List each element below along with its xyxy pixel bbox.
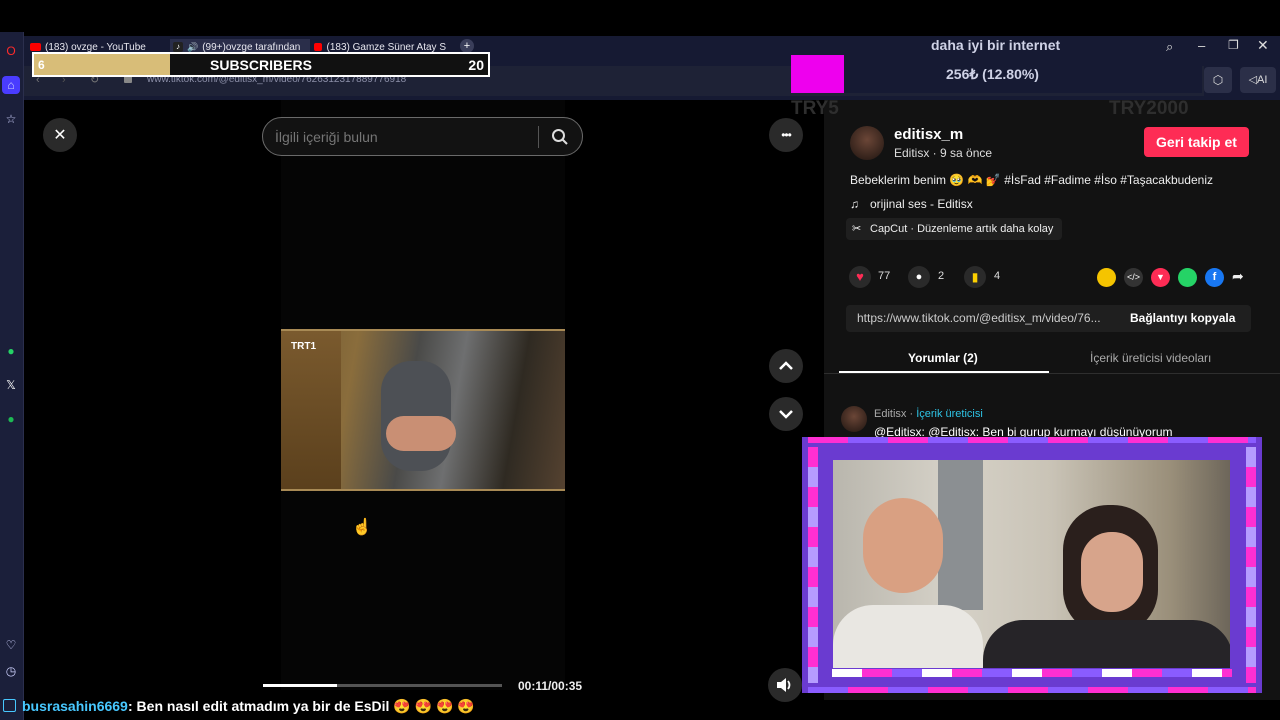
donation-max: TRY2000 xyxy=(1109,98,1189,119)
spotify-icon[interactable]: ● xyxy=(2,410,20,428)
search-input[interactable] xyxy=(275,127,525,147)
heart-icon[interactable]: ♡ xyxy=(2,636,20,654)
cube-icon[interactable]: ⬡ xyxy=(1204,67,1232,93)
donation-amount: 256₺ (12.80%) xyxy=(946,66,1039,82)
next-video-button[interactable] xyxy=(769,397,803,431)
webcam-video xyxy=(833,460,1230,668)
donation-min: TRY5 xyxy=(791,98,839,119)
like-count: 77 xyxy=(878,270,891,282)
chevron-up-icon xyxy=(779,361,793,370)
subscriber-goal-fill xyxy=(34,54,171,75)
more-icon: ••• xyxy=(781,128,792,142)
x-icon[interactable]: 𝕏 xyxy=(2,376,20,394)
send-icon[interactable]: ▼ xyxy=(1151,268,1170,287)
donation-fill xyxy=(791,55,844,93)
donation-title: daha iyi bir internet xyxy=(931,37,1061,53)
speaker-icon: 🔊 xyxy=(187,41,199,52)
video-link[interactable]: https://www.tiktok.com/@editisx_m/video/… xyxy=(857,311,1101,325)
donation-bar: 256₺ (12.80%) xyxy=(791,55,1202,93)
chat-message: busrasahin6669 : Ben nasıl edit atmadım … xyxy=(0,696,800,718)
comment-avatar[interactable] xyxy=(841,406,867,432)
search-icon[interactable] xyxy=(551,128,569,146)
link-box: https://www.tiktok.com/@editisx_m/video/… xyxy=(846,305,1251,332)
search-box[interactable] xyxy=(262,117,583,156)
chat-badge-icon xyxy=(3,699,16,712)
video-progress-fill xyxy=(263,684,338,687)
capcut-icon: ✂ xyxy=(852,223,862,235)
tab-creator-videos[interactable]: İçerik üreticisi videoları xyxy=(1090,351,1211,365)
subscriber-label: SUBSCRIBERS xyxy=(210,57,312,73)
capcut-chip[interactable]: ✂ CapCut · Düzenleme artık daha kolay xyxy=(846,218,1062,240)
cursor-icon: ☝ xyxy=(352,519,372,536)
maximize-icon[interactable]: ❐ xyxy=(1228,38,1239,52)
facebook-icon[interactable]: f xyxy=(1205,268,1224,287)
save-count: 4 xyxy=(994,270,1001,282)
close-window-icon[interactable]: ✕ xyxy=(1257,37,1269,54)
chat-username: busrasahin6669 xyxy=(22,698,128,714)
minimize-icon[interactable]: – xyxy=(1198,38,1205,53)
tab-divider xyxy=(824,373,1280,374)
subscriber-goal-bar: 6 SUBSCRIBERS 20 xyxy=(32,52,490,77)
repost-icon[interactable] xyxy=(1097,268,1116,287)
star-icon[interactable]: ☆ xyxy=(2,110,20,128)
comment-author[interactable]: Editisx · İçerik üreticisi xyxy=(874,408,983,420)
ai-button[interactable]: ◁AI xyxy=(1240,67,1276,93)
sound-link[interactable]: orijinal ses - Editisx xyxy=(870,197,973,211)
channel-logo: TRT1 xyxy=(291,341,316,352)
close-button[interactable]: ✕ xyxy=(43,118,77,152)
previous-video-button[interactable] xyxy=(769,349,803,383)
comment-count: 2 xyxy=(938,270,945,282)
youtube-icon xyxy=(314,43,323,51)
bookmark-icon[interactable]: ▮ xyxy=(964,266,986,288)
search-icon[interactable]: ⌕ xyxy=(1166,39,1173,55)
browser-sidebar: O ⌂ ☆ ● 𝕏 ● ♡ ◷ xyxy=(0,32,24,720)
video-caption: Bebeklerim benim 🥹 🫶 💅 #İsFad #Fadime #İ… xyxy=(850,173,1213,187)
youtube-icon xyxy=(30,43,41,51)
tiktok-icon: ♪ xyxy=(173,42,183,52)
video-time: 00:11/00:35 xyxy=(518,679,583,693)
chevron-down-icon xyxy=(779,410,793,419)
close-icon: ✕ xyxy=(53,127,67,144)
whatsapp-share-icon[interactable] xyxy=(1178,268,1197,287)
creator-badge: İçerik üreticisi xyxy=(916,408,983,420)
comment-icon[interactable]: ● xyxy=(908,266,930,288)
follow-back-button[interactable]: Geri takip et xyxy=(1144,127,1249,157)
copy-link-button[interactable]: Bağlantıyı kopyala xyxy=(1130,311,1235,325)
subscriber-current: 6 xyxy=(38,58,45,72)
opera-icon[interactable]: O xyxy=(2,42,20,60)
author-meta: Editisx · 9 sa önce xyxy=(894,146,993,160)
new-tab-button[interactable]: + xyxy=(460,39,474,53)
video-frame[interactable]: TRT1 xyxy=(281,329,565,491)
like-icon[interactable]: ♥ xyxy=(849,266,871,288)
tab-comments[interactable]: Yorumlar (2) xyxy=(908,351,978,365)
chat-emojis: 😍 😍 😍 😍 xyxy=(393,698,475,714)
embed-icon[interactable]: </> xyxy=(1124,268,1143,287)
avatar[interactable] xyxy=(850,126,884,160)
video-progress-track[interactable] xyxy=(263,684,502,687)
whatsapp-icon[interactable]: ● xyxy=(2,342,20,360)
home-icon[interactable]: ⌂ xyxy=(2,76,20,94)
volume-icon xyxy=(777,678,791,692)
search-divider xyxy=(538,126,539,148)
author-username[interactable]: editisx_m xyxy=(894,126,963,143)
share-icon[interactable]: ➦ xyxy=(1232,268,1244,285)
music-note-icon: ♫ xyxy=(850,197,859,211)
clock-icon[interactable]: ◷ xyxy=(2,662,20,680)
subscriber-goal: 20 xyxy=(468,57,484,73)
chat-text: : Ben nasıl edit atmadım ya bir de EsDil… xyxy=(128,698,475,714)
capcut-label: CapCut · Düzenleme artık daha kolay xyxy=(870,223,1054,235)
more-options-button[interactable]: ••• xyxy=(769,118,803,152)
